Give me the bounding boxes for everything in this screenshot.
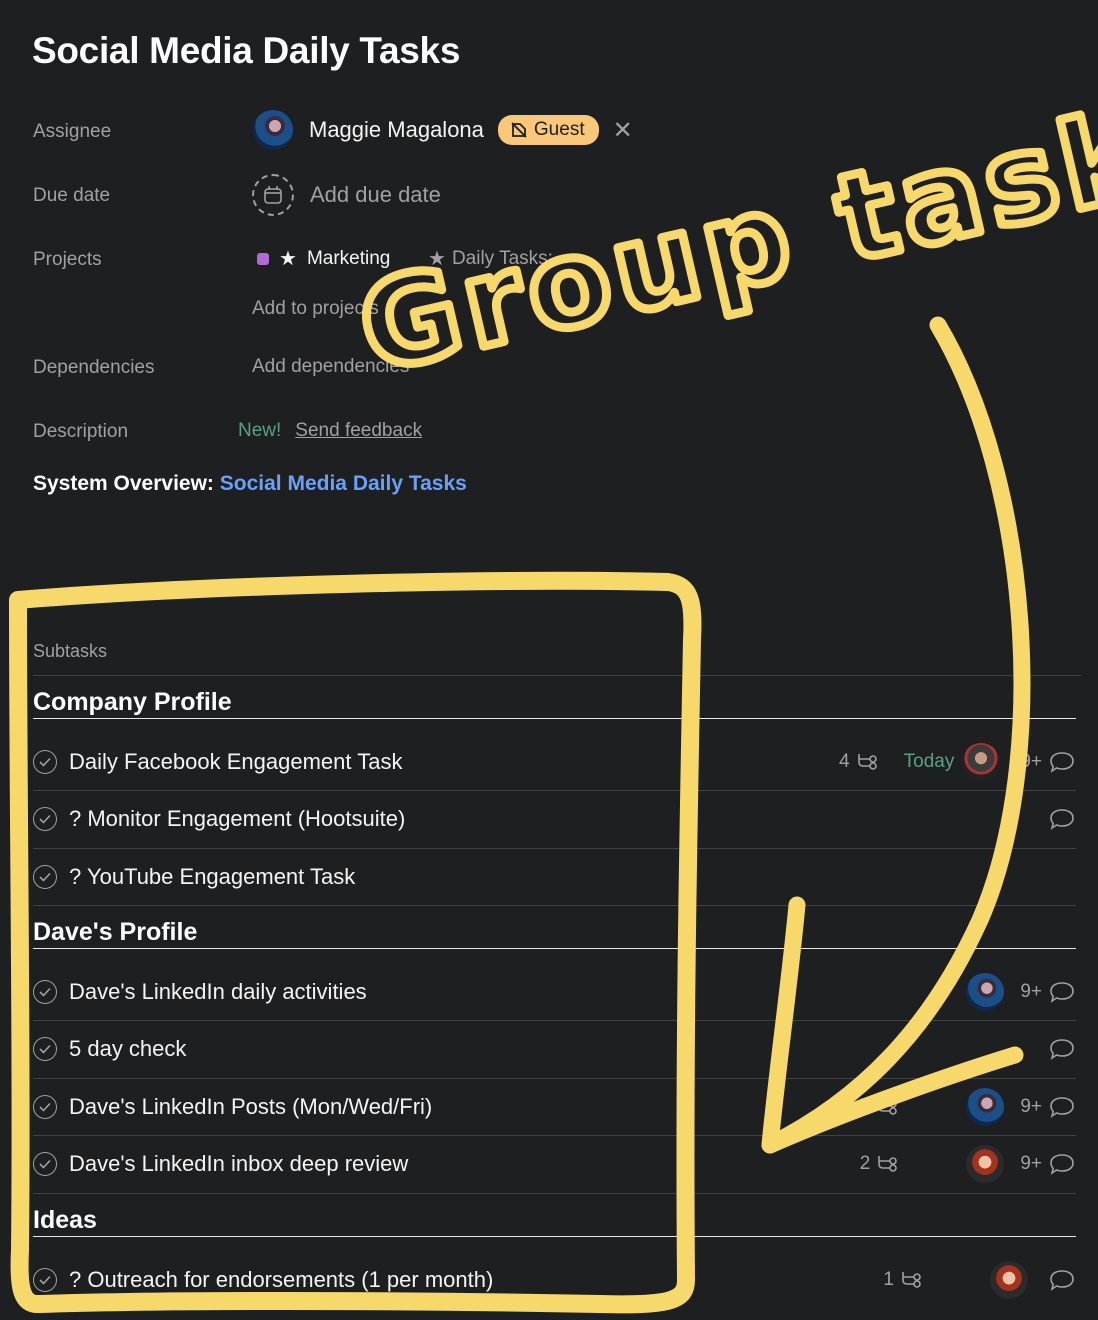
annotation-box	[9, 571, 702, 1314]
annotation-overlay: Group tasks	[9, 62, 1098, 1314]
annotation-text: Group tasks	[347, 67, 1098, 400]
annotation-arrow	[761, 316, 1031, 1154]
